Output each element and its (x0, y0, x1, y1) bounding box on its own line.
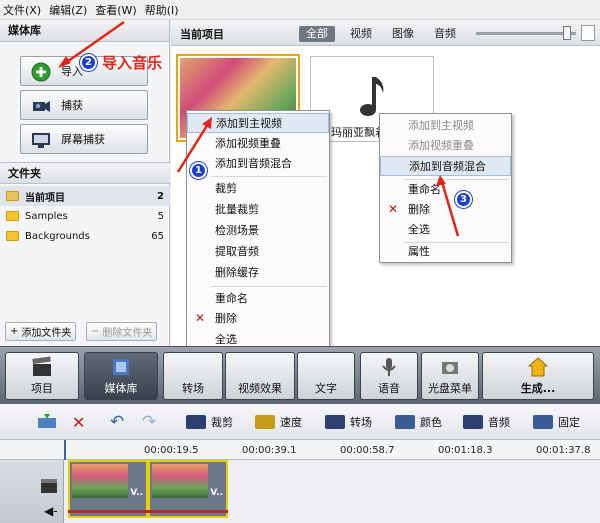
import-music-callout: 导入音乐 (102, 54, 163, 72)
annotation-arrows (58, 20, 460, 237)
step-badge-1: 1 (190, 162, 207, 179)
step-badge-2: 2 (80, 54, 97, 71)
step-badge-3: 3 (455, 191, 472, 208)
